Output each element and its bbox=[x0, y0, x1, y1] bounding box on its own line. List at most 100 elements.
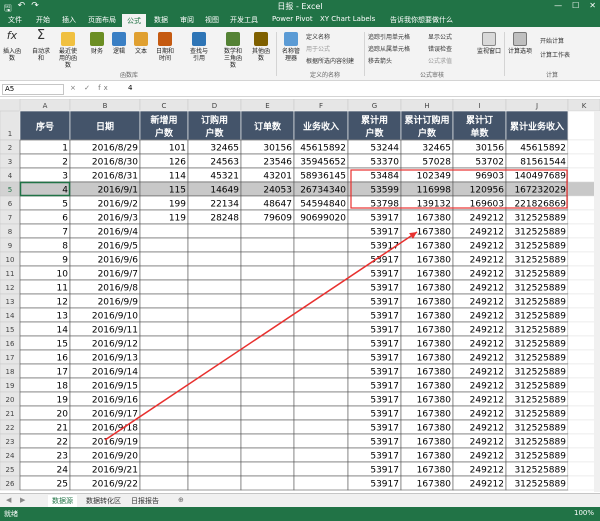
cell[interactable] bbox=[240, 321, 295, 337]
minimize-icon[interactable]: — bbox=[554, 1, 562, 10]
tab-page-layout[interactable]: 页面布局 bbox=[88, 15, 116, 25]
use-in-formula-button[interactable]: 用于公式 bbox=[306, 44, 330, 53]
cell[interactable] bbox=[240, 461, 295, 477]
tab-insert[interactable]: 插入 bbox=[62, 15, 76, 25]
cell[interactable] bbox=[187, 335, 242, 351]
cell[interactable] bbox=[187, 279, 242, 295]
cell[interactable] bbox=[240, 405, 295, 421]
cell[interactable] bbox=[187, 237, 242, 253]
cell[interactable] bbox=[293, 475, 349, 491]
text-button[interactable]: 文本 bbox=[130, 32, 152, 55]
tell-me-search[interactable]: 告诉我你想要做什么 bbox=[390, 15, 453, 25]
cell[interactable] bbox=[187, 321, 242, 337]
sheet-tab-transform[interactable]: 数据转化区 bbox=[82, 495, 125, 507]
cell[interactable] bbox=[139, 447, 189, 463]
financial-button[interactable]: 财务 bbox=[86, 32, 108, 55]
cell[interactable] bbox=[293, 321, 349, 337]
create-from-selection-button[interactable]: 根据所选内容创建 bbox=[306, 56, 354, 65]
cell[interactable] bbox=[187, 349, 242, 365]
cell[interactable] bbox=[240, 223, 295, 239]
cell[interactable] bbox=[293, 279, 349, 295]
autosum-button[interactable]: Σ 自动求和 bbox=[30, 29, 52, 62]
recently-used-button[interactable]: 最近使用的函数 bbox=[57, 32, 79, 69]
cell[interactable] bbox=[187, 433, 242, 449]
error-checking-button[interactable]: 错误检查 bbox=[428, 44, 452, 53]
cell[interactable] bbox=[293, 419, 349, 435]
tab-developer[interactable]: 开发工具 bbox=[230, 15, 258, 25]
cell[interactable] bbox=[293, 237, 349, 253]
sheet-nav-left-icon[interactable]: ◀ bbox=[2, 495, 15, 505]
cell[interactable] bbox=[139, 461, 189, 477]
cell[interactable] bbox=[293, 363, 349, 379]
cell[interactable] bbox=[139, 433, 189, 449]
cell[interactable] bbox=[293, 461, 349, 477]
tab-xy-chart-labels[interactable]: XY Chart Labels bbox=[320, 15, 375, 23]
date-time-button[interactable]: 日期和时间 bbox=[154, 32, 176, 62]
cell[interactable] bbox=[187, 391, 242, 407]
cell[interactable] bbox=[187, 405, 242, 421]
cell[interactable] bbox=[187, 293, 242, 309]
insert-function-button[interactable]: fx 插入函数 bbox=[1, 30, 23, 62]
formula-controls[interactable]: × ✓ fx bbox=[70, 84, 111, 92]
cell[interactable] bbox=[240, 279, 295, 295]
vertical-scrollbar[interactable] bbox=[594, 111, 600, 492]
cell[interactable] bbox=[139, 321, 189, 337]
cell[interactable] bbox=[293, 377, 349, 393]
cell[interactable] bbox=[240, 377, 295, 393]
logical-button[interactable]: 逻辑 bbox=[108, 32, 130, 55]
cell[interactable] bbox=[240, 349, 295, 365]
zoom-level[interactable]: 100% bbox=[574, 509, 594, 517]
cell[interactable] bbox=[139, 251, 189, 267]
cell[interactable] bbox=[187, 307, 242, 323]
maximize-icon[interactable]: ☐ bbox=[572, 1, 579, 10]
tab-formulas[interactable]: 公式 bbox=[122, 14, 146, 27]
cell[interactable] bbox=[139, 237, 189, 253]
formula-input[interactable]: 4 bbox=[128, 84, 132, 92]
trace-precedents-button[interactable]: 追踪引用单元格 bbox=[368, 32, 410, 41]
cell[interactable] bbox=[240, 475, 295, 491]
cell[interactable] bbox=[293, 447, 349, 463]
cell[interactable] bbox=[293, 349, 349, 365]
name-manager-button[interactable]: 名称管理器 bbox=[280, 32, 302, 62]
cell[interactable] bbox=[293, 307, 349, 323]
cell[interactable] bbox=[293, 433, 349, 449]
tab-file[interactable]: 文件 bbox=[8, 15, 22, 25]
cell[interactable] bbox=[139, 265, 189, 281]
sheet-tab-report[interactable]: 日报报告 bbox=[127, 495, 163, 507]
cell[interactable] bbox=[240, 391, 295, 407]
tab-view[interactable]: 视图 bbox=[205, 15, 219, 25]
evaluate-formula-button[interactable]: 公式求值 bbox=[428, 56, 452, 65]
cell[interactable] bbox=[240, 363, 295, 379]
tab-review[interactable]: 审阅 bbox=[180, 15, 194, 25]
cell[interactable] bbox=[139, 405, 189, 421]
tab-home[interactable]: 开始 bbox=[36, 15, 50, 25]
tab-power-pivot[interactable]: Power Pivot bbox=[272, 15, 313, 23]
add-sheet-icon[interactable]: ⊕ bbox=[174, 495, 188, 505]
cell[interactable] bbox=[240, 447, 295, 463]
cell[interactable] bbox=[187, 419, 242, 435]
cell[interactable] bbox=[139, 335, 189, 351]
cell[interactable] bbox=[187, 251, 242, 267]
cell[interactable] bbox=[240, 237, 295, 253]
trace-dependents-button[interactable]: 追踪从属单元格 bbox=[368, 44, 410, 53]
cell[interactable] bbox=[293, 405, 349, 421]
watch-window-button[interactable]: 监视窗口 bbox=[475, 32, 503, 55]
calculate-now-button[interactable]: 开始计算 bbox=[540, 36, 564, 45]
cell[interactable] bbox=[293, 265, 349, 281]
cell[interactable] bbox=[187, 447, 242, 463]
show-formulas-button[interactable]: 显示公式 bbox=[428, 32, 452, 41]
cell[interactable] bbox=[139, 419, 189, 435]
math-trig-button[interactable]: 数学和三角函数 bbox=[222, 32, 244, 69]
cell[interactable] bbox=[240, 433, 295, 449]
cell[interactable] bbox=[293, 223, 349, 239]
worksheet-grid[interactable]: A B C D E F G H I J K 1 序号 日期 新增用 户数 订购用 户数 订单数 业务收入 累计用 户数 累计… bbox=[0, 99, 600, 492]
cell[interactable] bbox=[187, 223, 242, 239]
cell[interactable] bbox=[139, 349, 189, 365]
cell[interactable] bbox=[139, 307, 189, 323]
define-name-button[interactable]: 定义名称 bbox=[306, 32, 330, 41]
lookup-reference-button[interactable]: 查找与引用 bbox=[188, 32, 210, 62]
cell[interactable] bbox=[240, 251, 295, 267]
more-functions-button[interactable]: 其他函数 bbox=[250, 32, 272, 62]
cell[interactable] bbox=[187, 475, 242, 491]
cell-grid[interactable]: A B C D E F G H I J K1序号 日期新增用户数订购用户数订单数 业务收入累计用户数累计… bbox=[0, 99, 600, 492]
